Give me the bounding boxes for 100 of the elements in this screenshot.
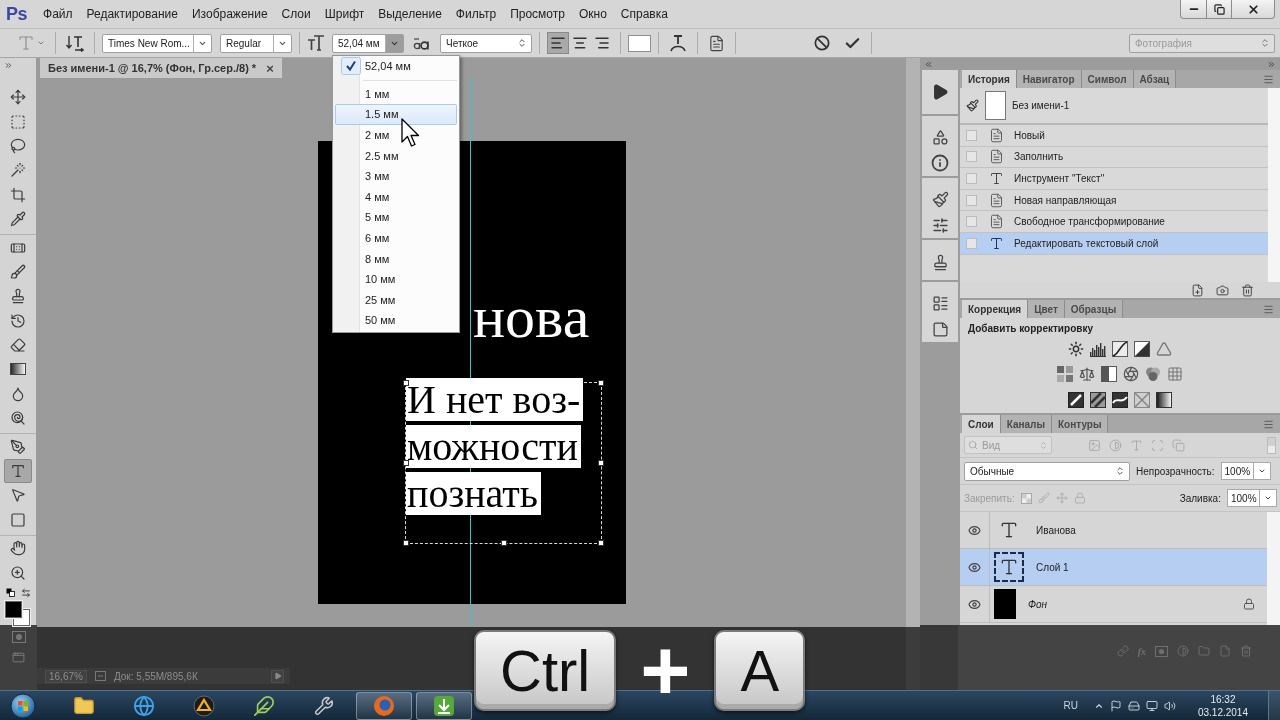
size-option[interactable]: 2.5 мм	[335, 145, 457, 166]
fill-field[interactable]: 100%	[1226, 489, 1260, 507]
layer-row[interactable]: Слой 1	[960, 549, 1267, 586]
circles-icon[interactable]	[1145, 366, 1161, 383]
menu-item[interactable]: Слои	[274, 3, 318, 25]
flag-icon[interactable]	[1109, 699, 1122, 712]
menu-item[interactable]: Файл	[36, 3, 80, 25]
swap-arrows-icon[interactable]	[20, 587, 31, 598]
history-step[interactable]: Инструмент "Текст"	[960, 168, 1268, 190]
menu-item[interactable]: Редактирование	[79, 3, 185, 25]
panel-tab[interactable]: Цвет	[1028, 300, 1065, 318]
wave-tile-icon[interactable]	[1112, 391, 1128, 408]
panel-tab[interactable]: Символ	[1081, 70, 1134, 88]
histogram-icon[interactable]	[1090, 340, 1106, 357]
resize-handle-icon[interactable]	[403, 380, 409, 386]
size-option[interactable]: 4 мм	[335, 186, 457, 208]
size-option[interactable]: 3 мм	[335, 165, 457, 187]
panel-tab[interactable]: Абзац	[1133, 70, 1177, 88]
resize-handle-icon[interactable]	[500, 540, 507, 546]
size-option[interactable]: 10 мм	[335, 268, 457, 290]
history-step[interactable]: Заполнить	[960, 146, 1268, 169]
status-menu-button[interactable]	[271, 669, 284, 683]
font-family-select[interactable]: Times New Rom...	[102, 33, 212, 53]
curve-icon[interactable]	[1112, 340, 1128, 357]
history-step[interactable]: Свободное трансформирование	[960, 211, 1268, 233]
menu-item[interactable]: Шрифт	[317, 3, 372, 25]
half-square-icon[interactable]	[1101, 366, 1117, 383]
start-button[interactable]	[8, 691, 38, 720]
panel-tab[interactable]: Коррекция	[962, 300, 1029, 318]
show-desktop-button[interactable]	[1268, 691, 1280, 720]
history-step[interactable]: Новая направляющая	[960, 189, 1268, 212]
resize-handle-icon[interactable]	[598, 460, 604, 466]
color-swatch-icon[interactable]	[628, 34, 651, 52]
menu-item[interactable]: Выделение	[371, 3, 449, 25]
drive-icon[interactable]	[1127, 699, 1140, 712]
slash-tile-icon[interactable]	[1068, 391, 1084, 408]
panel-tab[interactable]: Каналы	[1000, 415, 1052, 433]
eye-icon[interactable]	[968, 597, 981, 611]
panel-tab[interactable]: Образцы	[1064, 300, 1124, 318]
eye-icon[interactable]	[968, 560, 981, 574]
layer-row[interactable]: Иванова	[960, 512, 1267, 549]
close-tab-button[interactable]: ×	[266, 60, 274, 76]
resize-handle-icon[interactable]	[598, 540, 604, 546]
close-button[interactable]	[1232, 0, 1275, 19]
size-option[interactable]: 50 мм	[335, 310, 457, 331]
gradient-tile-icon[interactable]	[1156, 391, 1172, 408]
opacity-field[interactable]: 100%	[1220, 462, 1254, 480]
speaker-icon[interactable]	[1163, 699, 1176, 712]
restore-button[interactable]	[1207, 0, 1232, 19]
square-dash-icon[interactable]	[94, 671, 106, 681]
antialias-select[interactable]: Четкое	[440, 33, 532, 53]
monitor-icon[interactable]	[1145, 699, 1158, 712]
scales-icon[interactable]	[1079, 366, 1095, 383]
blend-mode-select[interactable]: Обычные	[964, 461, 1130, 481]
minimize-button[interactable]	[1180, 0, 1207, 19]
cross-tile-icon[interactable]	[1134, 391, 1150, 408]
menu-item[interactable]: Окно	[571, 3, 614, 25]
camera-icon[interactable]	[1216, 283, 1229, 297]
eye-icon[interactable]	[968, 523, 981, 537]
aperture-icon[interactable]	[1123, 366, 1139, 383]
menu-item[interactable]: Просмотр	[503, 3, 572, 25]
size-option[interactable]: 1 мм	[335, 83, 457, 105]
panel-tab[interactable]: Слои	[962, 415, 1001, 433]
menu-item[interactable]: Справка	[613, 3, 675, 25]
size-option[interactable]: 6 мм	[335, 227, 457, 249]
four-squares-icon[interactable]	[1057, 366, 1073, 383]
resize-handle-icon[interactable]	[403, 460, 409, 466]
size-option[interactable]: 2 мм	[335, 124, 457, 146]
sun-icon[interactable]	[1068, 340, 1084, 357]
resize-handle-icon[interactable]	[598, 380, 604, 386]
align-left-button[interactable]	[547, 32, 569, 54]
panel-tab[interactable]: Контуры	[1052, 415, 1109, 433]
panel-tab[interactable]: История	[962, 70, 1017, 88]
triangle-icon[interactable]	[1156, 340, 1172, 357]
trash-icon[interactable]	[1241, 283, 1254, 297]
taskbar-app-button[interactable]	[416, 691, 472, 720]
menu-item[interactable]: Изображение	[184, 3, 275, 25]
page-plus-icon[interactable]	[1191, 283, 1204, 297]
menu-item[interactable]: Фильтр	[448, 3, 504, 25]
checker-icon[interactable]	[1020, 492, 1032, 504]
size-option[interactable]: 8 мм	[335, 248, 457, 269]
document-tab[interactable]: Без имени-1 @ 16,7% (Фон, Гр.сер./8) * ×	[40, 58, 282, 78]
overlapping-squares-icon[interactable]	[5, 588, 15, 598]
history-step[interactable]: Редактировать текстовый слой	[960, 232, 1268, 255]
language-indicator[interactable]: RU	[1063, 700, 1078, 711]
size-option[interactable]: 25 мм	[335, 289, 457, 311]
history-snapshot[interactable]: Без имени-1	[960, 88, 1268, 125]
size-option[interactable]: 5 мм	[335, 207, 457, 228]
filter-toggle[interactable]	[1267, 436, 1276, 454]
layer-row[interactable]: Фон	[960, 586, 1267, 623]
resize-handle-icon[interactable]	[403, 540, 409, 546]
split-square-icon[interactable]	[1134, 340, 1150, 357]
font-style-select[interactable]: Regular	[220, 33, 292, 53]
history-step[interactable]: Новый	[960, 125, 1268, 147]
type-tool-button[interactable]	[4, 458, 32, 484]
size-option[interactable]: 1.5 мм	[335, 104, 457, 125]
striped-tile-icon[interactable]	[1090, 391, 1106, 408]
panel-tab[interactable]: Навигатор	[1016, 70, 1082, 88]
font-size-combo[interactable]: 52,04 мм	[332, 33, 404, 53]
foreground-color-swatch-icon[interactable]	[5, 600, 22, 618]
